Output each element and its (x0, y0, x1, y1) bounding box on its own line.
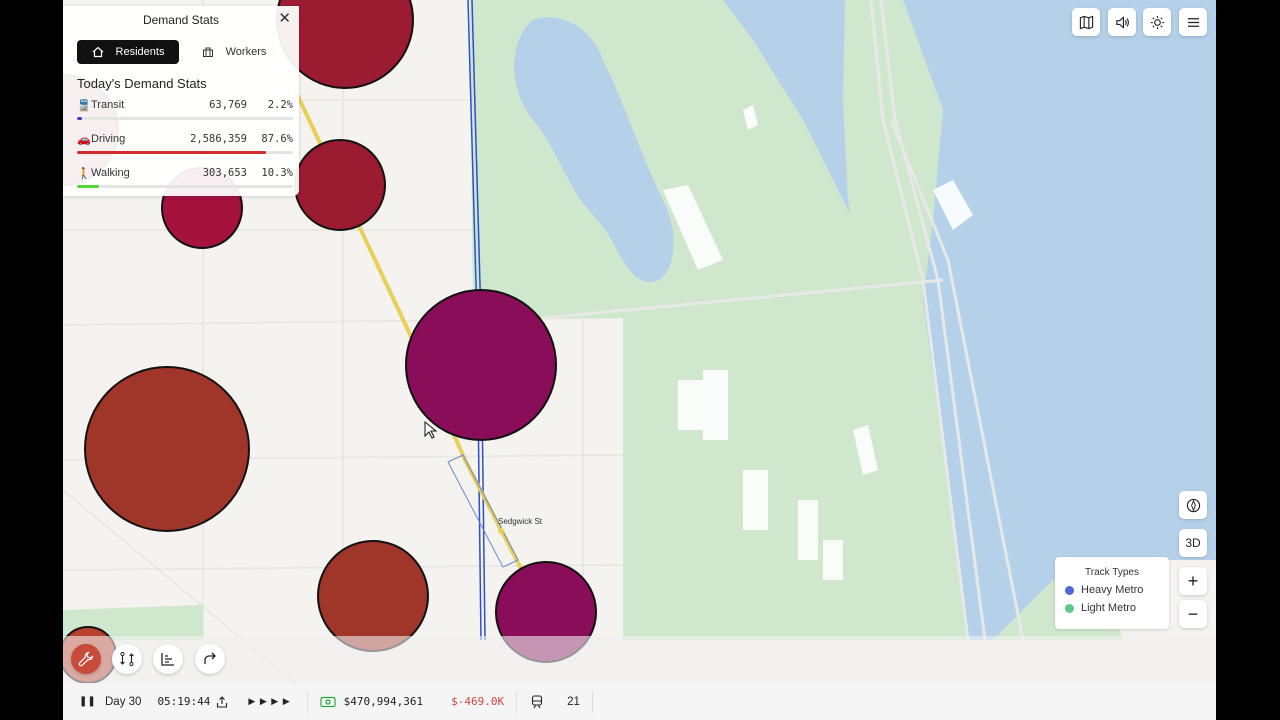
tab-residents[interactable]: Residents (77, 40, 179, 64)
stat-walking: 🚶 Walking 303,653 10.3% (77, 163, 293, 197)
volume-icon (1115, 15, 1129, 29)
cash-icon (320, 696, 336, 707)
action-toolbar (63, 636, 1216, 683)
close-icon[interactable]: ✕ (278, 11, 291, 26)
demand-tabs: Residents Workers (77, 40, 285, 64)
legend-item-light-metro: Light Metro (1065, 602, 1169, 614)
tab-workers-label: Workers (225, 46, 267, 58)
legend-title: Track Types (1085, 567, 1139, 578)
wrench-icon (78, 651, 94, 667)
speed-controls[interactable]: ▶ ▶ ▶ ▶ (248, 696, 290, 707)
stat-count: 2,586,359 (190, 133, 247, 145)
stats-title: Today's Demand Stats (77, 76, 207, 91)
tab-residents-label: Residents (115, 46, 165, 58)
routes-button[interactable] (112, 644, 142, 674)
clock-time: 05:19:44 (157, 695, 211, 708)
money-rate: $-469.0K (451, 695, 505, 708)
building-icon (202, 47, 213, 57)
stat-label: Transit (91, 99, 125, 111)
stat-percent: 2.2% (267, 99, 293, 111)
home-icon (92, 46, 103, 58)
sun-icon (1150, 15, 1164, 29)
stat-bar-fill (77, 117, 82, 120)
stat-count: 303,653 (202, 167, 247, 179)
stat-transit: 🚆 Transit 63,769 2.2% (77, 95, 293, 129)
bottom-status-bar: ❚❚ Day 30 05:19:44 ▶ ▶ ▶ ▶ $470,994,361 … (63, 683, 1216, 720)
station-label-sedgwick[interactable]: Sedgwick St (498, 517, 542, 526)
stat-label: Walking (91, 167, 130, 179)
build-tool-button[interactable] (71, 644, 101, 674)
track-types-legend: Track Types Heavy Metro Light Metro (1055, 557, 1169, 629)
stat-count: 63,769 (209, 99, 247, 111)
redo-icon (204, 652, 216, 664)
zoom-in-button[interactable]: + (1179, 567, 1207, 595)
redo-button[interactable] (195, 644, 225, 674)
stat-label: Driving (91, 133, 126, 145)
stat-bar (77, 151, 293, 154)
map-style-button[interactable] (1072, 8, 1100, 36)
train-count: 21 (567, 695, 580, 708)
divider (306, 690, 308, 713)
legend-swatch (1065, 585, 1074, 595)
stat-bar (77, 117, 293, 120)
panel-title: Demand Stats (142, 13, 220, 27)
stat-bar-fill (77, 185, 100, 188)
game-viewport[interactable]: Sedgwick St Demand Stats ✕ Residents Wor… (63, 0, 1216, 720)
stats-button[interactable] (153, 644, 183, 674)
map-icon (1079, 15, 1093, 29)
legend-swatch (1065, 603, 1074, 613)
zoom-out-button[interactable]: − (1179, 600, 1207, 628)
divider (591, 690, 593, 713)
day-counter: Day 30 (105, 695, 142, 708)
menu-button[interactable] (1179, 8, 1207, 36)
share-icon[interactable] (216, 695, 228, 708)
divider (516, 690, 518, 713)
stat-driving: 🚗 Driving 2,586,359 87.6% (77, 129, 293, 163)
money-balance: $470,994,361 (343, 695, 424, 708)
stat-bar-fill (77, 151, 267, 154)
legend-label: Light Metro (1081, 602, 1137, 614)
chart-icon (161, 653, 174, 666)
car-icon: 🚗 (77, 133, 91, 146)
demand-stats-panel: Demand Stats ✕ Residents Workers Today's… (63, 6, 299, 196)
menu-icon (1187, 17, 1199, 27)
compass-icon (1186, 498, 1200, 512)
view-3d-button[interactable]: 3D (1179, 529, 1207, 557)
sound-button[interactable] (1108, 8, 1136, 36)
stat-bar (77, 185, 293, 188)
route-icon (120, 651, 134, 667)
legend-label: Heavy Metro (1081, 584, 1144, 596)
stat-percent: 87.6% (261, 133, 293, 145)
panel-header: Demand Stats ✕ (63, 6, 299, 34)
pause-button[interactable]: ❚❚ (79, 696, 103, 707)
train-icon: 🚆 (77, 99, 91, 112)
walking-icon: 🚶 (77, 167, 91, 180)
compass-button[interactable] (1179, 491, 1207, 519)
stat-percent: 10.3% (261, 167, 293, 179)
tab-workers[interactable]: Workers (183, 40, 285, 64)
theme-button[interactable] (1143, 8, 1171, 36)
train-count-icon (532, 694, 543, 708)
legend-item-heavy-metro: Heavy Metro (1065, 584, 1169, 596)
